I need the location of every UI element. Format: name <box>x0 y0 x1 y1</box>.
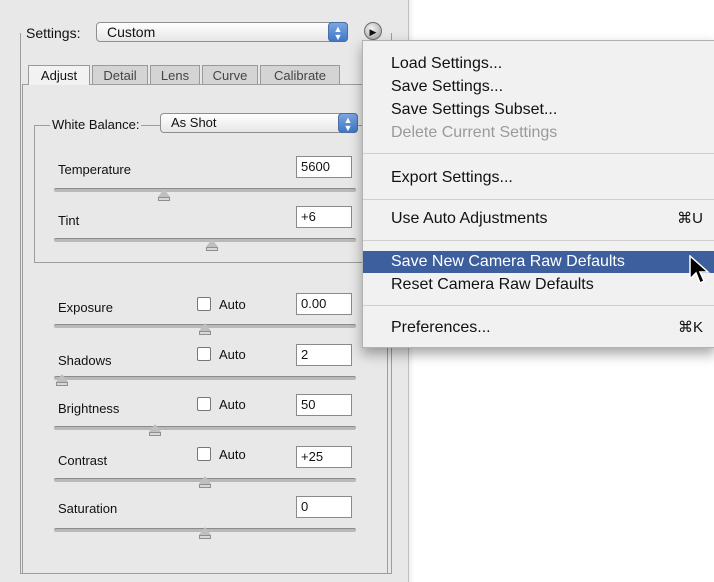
menu-separator <box>363 199 714 200</box>
white-balance-popup[interactable]: As Shot ▲ ▼ <box>160 113 358 133</box>
tint-field[interactable]: +6 <box>296 206 352 228</box>
shadows-label: Shadows <box>58 353 112 368</box>
tab-curve[interactable]: Curve <box>202 65 258 85</box>
settings-flyout-menu: Load Settings... Save Settings... Save S… <box>362 40 714 348</box>
menu-item-label: Preferences... <box>391 319 491 336</box>
tab-calibrate[interactable]: Calibrate <box>260 65 340 85</box>
shadows-slider-track[interactable] <box>54 376 356 380</box>
contrast-label: Contrast <box>58 453 108 468</box>
menu-item-label: Save Settings Subset... <box>391 101 558 118</box>
menu-item-load-settings[interactable]: Load Settings... <box>363 53 714 75</box>
brightness-field[interactable]: 50 <box>296 394 352 416</box>
temperature-label: Temperature <box>58 162 131 177</box>
tab-adjust[interactable]: Adjust <box>28 65 90 85</box>
saturation-label: Saturation <box>58 501 118 516</box>
shadows-field[interactable]: 2 <box>296 344 352 366</box>
tint-slider-track[interactable] <box>54 238 356 242</box>
menu-separator <box>363 153 714 154</box>
temperature-field[interactable]: 5600 <box>296 156 352 178</box>
menu-item-save-settings-subset[interactable]: Save Settings Subset... <box>363 99 714 121</box>
shortcut-label: ⌘K <box>677 319 703 336</box>
menu-item-delete-current-settings: Delete Current Settings <box>363 122 714 144</box>
tab-label: Calibrate <box>273 68 327 83</box>
tint-label: Tint <box>58 213 80 228</box>
menu-item-label: Save New Camera Raw Defaults <box>391 253 625 270</box>
tab-label: Curve <box>212 68 248 83</box>
white-balance-label: White Balance: <box>50 117 142 132</box>
shortcut-label: ⌘U <box>677 210 703 227</box>
settings-popup[interactable]: Custom ▲ ▼ <box>96 22 348 42</box>
white-balance-group <box>34 125 364 263</box>
menu-item-label: Export Settings... <box>391 169 513 186</box>
up-down-arrows-icon: ▲ ▼ <box>328 22 348 42</box>
menu-item-label: Load Settings... <box>391 55 503 72</box>
flyout-menu-icon[interactable]: ▶ <box>364 22 382 40</box>
menu-item-label: Reset Camera Raw Defaults <box>391 276 594 293</box>
exposure-field[interactable]: 0.00 <box>296 293 352 315</box>
exposure-auto-label: Auto <box>219 297 246 312</box>
settings-value: Custom <box>107 24 156 40</box>
tab-lens[interactable]: Lens <box>150 65 200 85</box>
menu-item-use-auto-adjustments[interactable]: Use Auto Adjustments ⌘U <box>363 208 714 230</box>
exposure-auto-checkbox[interactable] <box>197 297 211 311</box>
brightness-auto-checkbox[interactable] <box>197 397 211 411</box>
tab-label: Adjust <box>40 68 78 83</box>
menu-item-label: Use Auto Adjustments <box>391 210 548 227</box>
menu-item-reset-camera-raw-defaults[interactable]: Reset Camera Raw Defaults <box>363 274 714 296</box>
brightness-slider-track[interactable] <box>54 426 356 430</box>
menu-item-export-settings[interactable]: Export Settings... <box>363 167 714 189</box>
contrast-auto-label: Auto <box>219 447 246 462</box>
saturation-field[interactable]: 0 <box>296 496 352 518</box>
tab-label: Lens <box>160 68 190 83</box>
menu-separator <box>363 305 714 306</box>
menu-item-save-new-camera-raw-defaults[interactable]: Save New Camera Raw Defaults <box>363 251 714 273</box>
brightness-label: Brightness <box>58 401 120 416</box>
mouse-pointer-icon <box>689 255 710 285</box>
temperature-slider-track[interactable] <box>54 188 356 192</box>
menu-item-preferences[interactable]: Preferences... ⌘K <box>363 317 714 339</box>
menu-item-label: Save Settings... <box>391 78 504 95</box>
settings-label: Settings: <box>26 25 81 41</box>
contrast-field[interactable]: +25 <box>296 446 352 468</box>
white-balance-value: As Shot <box>171 115 217 130</box>
shadows-auto-checkbox[interactable] <box>197 347 211 361</box>
menu-item-save-settings[interactable]: Save Settings... <box>363 76 714 98</box>
up-down-arrows-icon: ▲ ▼ <box>338 113 358 133</box>
menu-item-label: Delete Current Settings <box>391 124 558 141</box>
contrast-auto-checkbox[interactable] <box>197 447 211 461</box>
exposure-label: Exposure <box>58 300 113 315</box>
shadows-auto-label: Auto <box>219 347 246 362</box>
brightness-auto-label: Auto <box>219 397 246 412</box>
tab-label: Detail <box>103 68 137 83</box>
menu-separator <box>363 240 714 241</box>
tab-detail[interactable]: Detail <box>92 65 148 85</box>
